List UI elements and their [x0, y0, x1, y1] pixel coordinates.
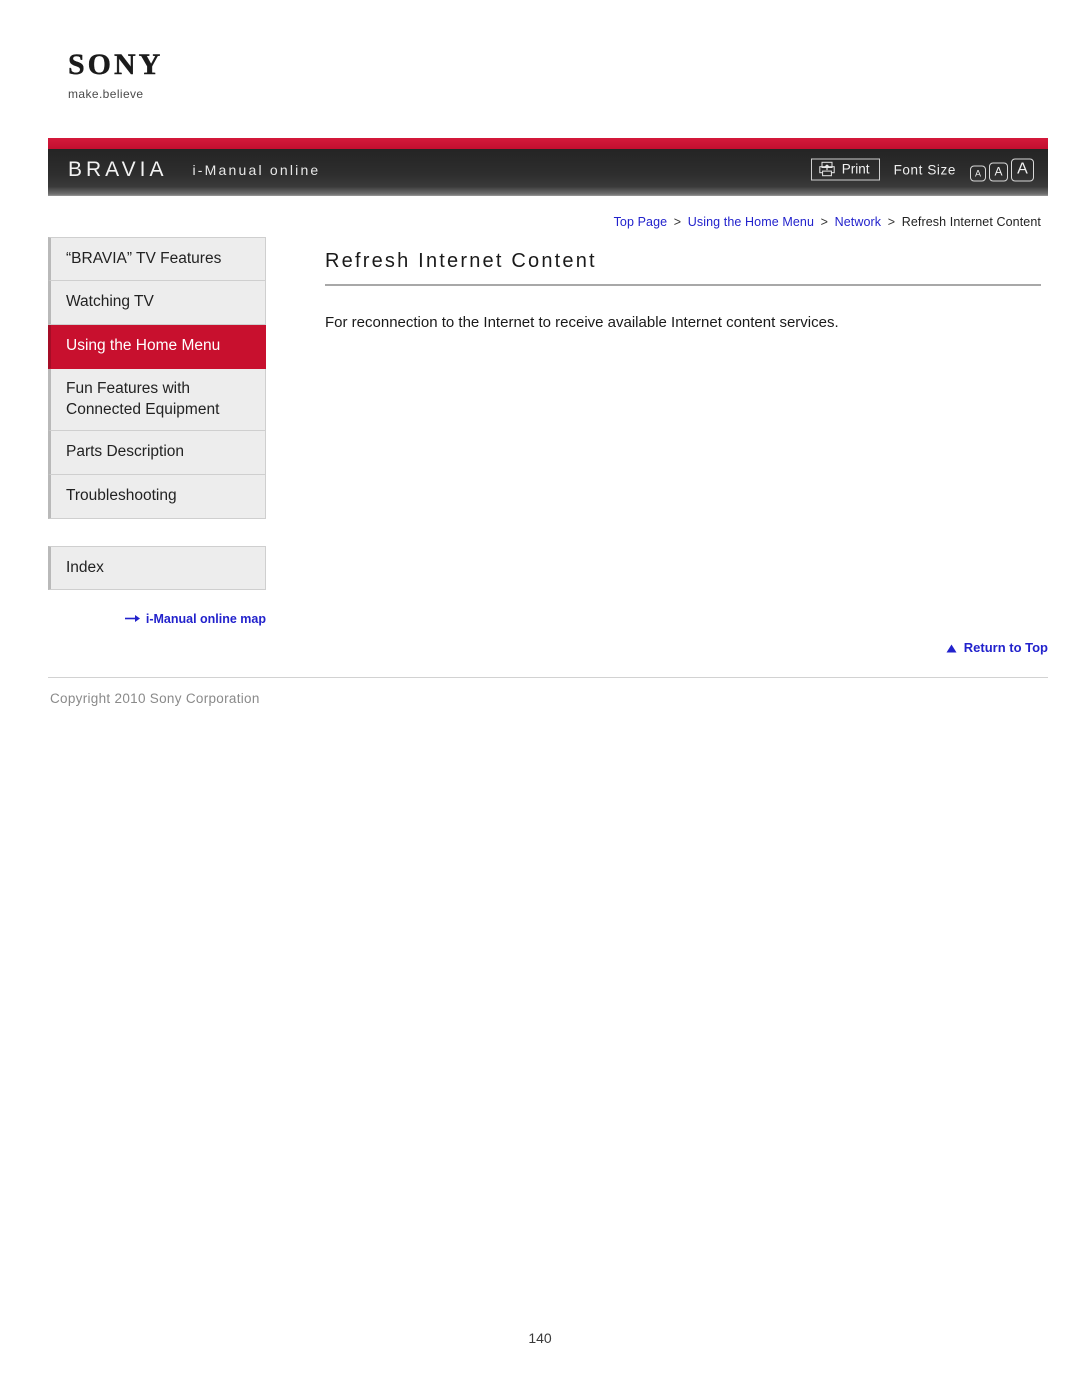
font-size-small-button[interactable]: A	[970, 165, 986, 181]
triangle-up-icon	[946, 641, 957, 656]
sidebar-item-label: Index	[66, 559, 104, 576]
page-title: Refresh Internet Content	[325, 250, 597, 272]
sidebar-item-label: “BRAVIA” TV Features	[66, 249, 222, 267]
sidebar-item-using-the-home-menu[interactable]: Using the Home Menu	[48, 325, 266, 369]
breadcrumb-item-current: Refresh Internet Content	[901, 215, 1041, 229]
footer-divider	[48, 677, 1048, 678]
sidebar-item-fun-features-with-connected-equipment[interactable]: Fun Features with Connected Equipment	[48, 369, 266, 431]
font-size-label: Font Size	[893, 162, 956, 177]
sidebar-item-label: Watching TV	[66, 293, 154, 311]
copyright-text: Copyright 2010 Sony Corporation	[50, 691, 260, 706]
sidebar: “BRAVIA” TV Features Watching TV Using t…	[48, 237, 266, 626]
breadcrumb-separator: >	[673, 215, 682, 229]
breadcrumb-separator: >	[887, 215, 896, 229]
arrow-right-icon	[124, 612, 141, 626]
sidebar-item-label: Using the Home Menu	[66, 337, 221, 355]
header-brand-bravia: BRAVIA	[68, 158, 168, 181]
return-to-top-link[interactable]: Return to Top	[48, 640, 1048, 656]
font-size-medium-button[interactable]: A	[989, 162, 1008, 181]
sidebar-nav-group: “BRAVIA” TV Features Watching TV Using t…	[48, 237, 266, 519]
print-button-label: Print	[841, 161, 870, 177]
sony-wordmark: SONY	[68, 48, 164, 81]
printer-icon	[819, 161, 835, 177]
breadcrumb: Top Page > Using the Home Menu > Network…	[325, 215, 1041, 229]
breadcrumb-separator: >	[820, 215, 829, 229]
sony-tagline: make.believe	[68, 87, 144, 101]
font-size-controls: A A A	[970, 158, 1034, 181]
sidebar-item-troubleshooting[interactable]: Troubleshooting	[48, 475, 266, 519]
header-red-accent-bar	[48, 138, 1048, 149]
page-number: 140	[528, 1330, 552, 1346]
header-bar: BRAVIA i-Manual online Print Font Size A…	[48, 149, 1048, 196]
breadcrumb-item-using-the-home-menu[interactable]: Using the Home Menu	[688, 215, 814, 229]
font-size-large-button[interactable]: A	[1011, 158, 1034, 181]
sidebar-item-watching-tv[interactable]: Watching TV	[48, 281, 266, 325]
sidebar-item-label: Troubleshooting	[66, 487, 177, 505]
main-content: Top Page > Using the Home Menu > Network…	[325, 215, 1041, 350]
sony-logo: SONY make.believe	[68, 48, 288, 101]
imanual-online-map-label: i-Manual online map	[145, 612, 266, 626]
print-button[interactable]: Print	[810, 158, 880, 181]
breadcrumb-item-network[interactable]: Network	[835, 215, 882, 229]
imanual-online-map-link[interactable]: i-Manual online map	[48, 612, 266, 626]
title-divider	[325, 284, 1041, 286]
return-to-top-label: Return to Top	[963, 640, 1048, 655]
sidebar-item-label: Parts Description	[66, 443, 185, 461]
sidebar-item-bravia-tv-features[interactable]: “BRAVIA” TV Features	[48, 237, 266, 281]
sidebar-item-index[interactable]: Index	[48, 546, 266, 590]
sidebar-item-label: Fun Features with Connected Equipment	[66, 379, 220, 418]
header-title: i-Manual online	[192, 162, 321, 178]
site-header: BRAVIA i-Manual online Print Font Size A…	[48, 138, 1048, 196]
page-body-text: For reconnection to the Internet to rece…	[325, 314, 839, 331]
header-tools: Print Font Size A A A	[810, 158, 1034, 181]
sidebar-item-parts-description[interactable]: Parts Description	[48, 431, 266, 475]
breadcrumb-item-top-page[interactable]: Top Page	[614, 215, 668, 229]
